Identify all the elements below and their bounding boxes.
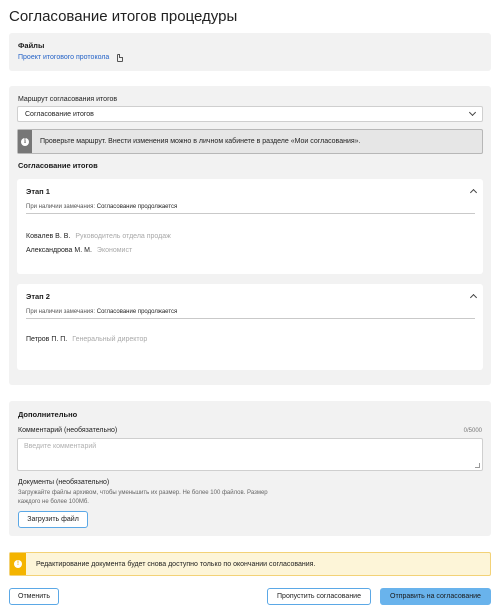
protocol-link[interactable]: Проект итогового протокола: [18, 54, 109, 61]
stage-title: Этап 2: [26, 292, 50, 301]
approver-row: Петров П. П. Генеральный директор: [26, 336, 147, 343]
docs-label: Документы (необязательно): [18, 479, 110, 486]
files-heading: Файлы: [18, 41, 45, 50]
approver-role: Экономист: [96, 247, 133, 254]
info-icon: i: [21, 137, 29, 146]
page-title: Согласование итогов процедуры: [9, 8, 238, 25]
route-panel: Маршрут согласования итогов Согласование…: [9, 86, 491, 385]
skip-approval-button[interactable]: Пропустить согласование: [267, 588, 371, 605]
route-info: i Проверьте маршрут. Внести изменения мо…: [17, 129, 483, 154]
approver-name: Петров П. П.: [26, 336, 68, 343]
stage-title: Этап 1: [26, 187, 50, 196]
files-panel: Файлы Проект итогового протокола: [9, 33, 491, 71]
chevron-up-icon[interactable]: [469, 293, 478, 302]
cancel-button[interactable]: Отменить: [9, 588, 59, 605]
info-strip: i: [18, 130, 32, 153]
warning-strip: !: [10, 553, 26, 575]
route-select[interactable]: Согласование итогов: [17, 106, 483, 122]
approval-heading: Согласование итогов: [18, 161, 98, 170]
approver-name: Ковалев В. В.: [26, 233, 71, 240]
upload-file-button[interactable]: Загрузить файл: [18, 511, 88, 528]
route-select-value: Согласование итогов: [25, 110, 94, 118]
stage-card-1: Этап 1 При наличии замечания: Согласован…: [17, 179, 483, 274]
note-label: При наличии замечания:: [26, 309, 96, 315]
chevron-up-icon[interactable]: [469, 188, 478, 197]
resize-handle-icon[interactable]: [475, 463, 480, 468]
stage-card-2: Этап 2 При наличии замечания: Согласован…: [17, 284, 483, 370]
comment-counter: 0/5000: [463, 428, 482, 434]
approver-role: Руководитель отдела продаж: [75, 233, 171, 240]
comment-textarea[interactable]: Введите комментарий: [17, 438, 483, 471]
additional-panel: Дополнительно Комментарий (необязательно…: [9, 401, 491, 536]
chevron-down-icon: [468, 108, 477, 117]
route-label: Маршрут согласования итогов: [18, 96, 118, 103]
warning-banner: ! Редактирование документа будет снова д…: [9, 552, 491, 576]
docs-hint: Загружайте файлы архивом, чтобы уменьшит…: [18, 490, 268, 505]
stage-note: При наличии замечания: Согласование прод…: [26, 309, 475, 319]
warning-text: Редактирование документа будет снова дос…: [36, 560, 316, 568]
comment-placeholder: Введите комментарий: [24, 443, 97, 450]
approver-name: Александрова М. М.: [26, 247, 92, 254]
additional-heading: Дополнительно: [18, 410, 78, 419]
submit-approval-button[interactable]: Отправить на согласование: [380, 588, 491, 605]
note-value: Согласование продолжается: [96, 309, 178, 315]
comment-label: Комментарий (необязательно): [18, 427, 118, 434]
approver-row: Ковалев В. В. Руководитель отдела продаж: [26, 233, 171, 240]
stage-note: При наличии замечания: Согласование прод…: [26, 204, 475, 214]
warning-icon: !: [14, 560, 22, 568]
route-info-text: Проверьте маршрут. Внести изменения можн…: [40, 138, 361, 145]
approver-row: Александрова М. М. Экономист: [26, 247, 132, 254]
approver-role: Генеральный директор: [72, 336, 148, 343]
note-value: Согласование продолжается: [96, 204, 178, 210]
note-label: При наличии замечания:: [26, 204, 96, 210]
document-icon[interactable]: [117, 54, 123, 62]
